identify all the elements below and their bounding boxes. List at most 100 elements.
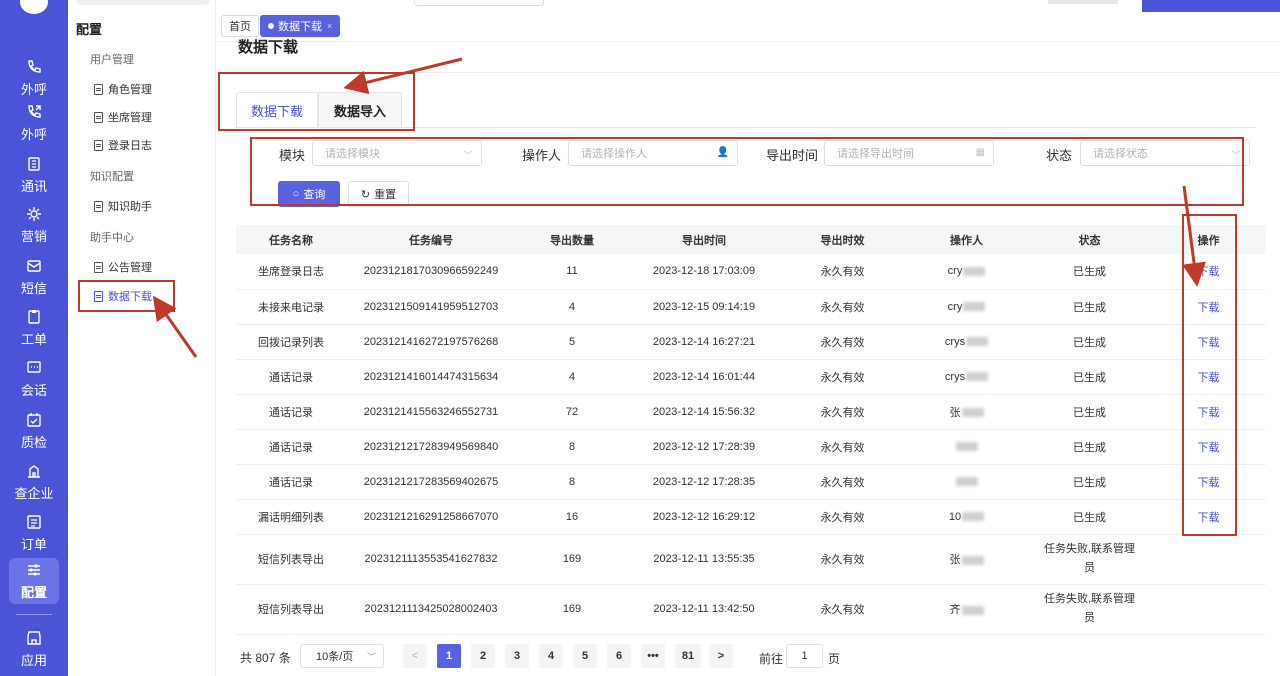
rail-item-outbound-2[interactable]: 外呼	[0, 98, 68, 148]
table-row: 通话记录 2023121217283949569840 8 2023-12-12 17…	[236, 429, 1266, 465]
quality-icon	[27, 412, 41, 427]
open-tabs-bar: 首页 数据下载 ×	[216, 12, 1280, 42]
sidebar-group-knowledge: 知识配置	[90, 171, 134, 183]
redacted-block	[961, 605, 984, 615]
header-user-info	[1048, 0, 1118, 4]
goto-label: 前往	[759, 652, 784, 666]
table-row: 未接来电记录 2023121509141959512703 4 2023-12-15 …	[236, 289, 1266, 325]
redacted-block	[961, 555, 984, 565]
phone-outgoing-icon	[28, 104, 41, 118]
rail-item-apps[interactable]: 应用	[0, 624, 68, 674]
col-task-id: 任务编号	[346, 225, 516, 254]
sidebar-item-roles[interactable]: 角色管理	[94, 81, 152, 97]
page-2-button[interactable]: 2	[471, 644, 495, 668]
col-validity: 导出时效	[780, 225, 905, 254]
operator-cell: crys	[905, 324, 1028, 360]
header-search-input[interactable]	[414, 0, 544, 6]
page-4-button[interactable]: 4	[539, 644, 563, 668]
header-action-button[interactable]	[1142, 0, 1280, 12]
rail-item-chat[interactable]: 会话	[0, 354, 68, 404]
annotation-box-sidebar	[78, 280, 175, 312]
sidebar-item-login-log[interactable]: 登录日志	[94, 137, 152, 153]
sidebar-search-strip	[76, 0, 210, 5]
page-5-button[interactable]: 5	[573, 644, 597, 668]
close-icon[interactable]: ×	[327, 21, 332, 31]
operator-cell: 齐	[905, 584, 1028, 635]
operator-cell: 张	[905, 394, 1028, 430]
col-export-time: 导出时间	[628, 225, 780, 254]
rail-item-enterprise[interactable]: 查企业	[0, 457, 68, 507]
table-row: 回拨记录列表 2023121416272197576268 5 2023-12-14 …	[236, 324, 1266, 360]
chevron-down-icon: ﹀	[366, 652, 376, 662]
tab-data-download[interactable]: 数据下载 ×	[260, 15, 341, 37]
status-cell: 任务失败,联系管理员	[1028, 584, 1151, 635]
col-task-name: 任务名称	[236, 225, 346, 254]
redacted-block	[962, 512, 985, 522]
rail-item-marketing[interactable]: 营销	[0, 200, 68, 250]
annotation-box-tabs	[218, 72, 415, 131]
pagination: 共 807 条 10条/页 ﹀ < 1 2 3 4 5 6 ••• 81 > 前…	[216, 644, 1280, 670]
page-81-button[interactable]: 81	[675, 644, 701, 668]
rail-item-outbound[interactable]: 外呼	[0, 53, 68, 103]
status-cell: 任务失败,联系管理员	[1028, 534, 1151, 585]
rail-divider	[16, 614, 52, 615]
document-icon	[94, 83, 103, 95]
app-window: 外呼 外呼 通讯 营销 短信 工单 会话 质检 查企业 订单 配置 应用 配置 …	[0, 0, 1280, 676]
sidebar-group-assistant-center: 助手中心	[90, 232, 134, 244]
chat-icon	[27, 360, 41, 373]
col-status: 状态	[1028, 225, 1151, 254]
total-count: 共 807 条	[240, 651, 291, 665]
table-row: 通话记录 2023121415563246552731 72 2023-12-14 1…	[236, 394, 1266, 430]
sidebar-title: 配置	[76, 22, 103, 37]
app-store-icon	[27, 630, 41, 645]
redacted-block	[963, 266, 986, 276]
operator-cell: cry	[905, 289, 1028, 325]
page-1-button[interactable]: 1	[437, 644, 461, 668]
tab-home[interactable]: 首页	[221, 15, 259, 37]
download-table: 任务名称 任务编号 导出数量 导出时间 导出时效 操作人 状态 操作 坐席登录日…	[236, 225, 1266, 635]
rail-item-order[interactable]: 订单	[0, 508, 68, 558]
settings-sliders-icon	[28, 563, 40, 576]
redacted-block	[956, 442, 978, 452]
page-3-button[interactable]: 3	[505, 644, 529, 668]
annotation-box-actions	[1182, 214, 1237, 536]
ticket-icon	[28, 309, 40, 324]
operator-cell: cry	[905, 254, 1028, 290]
page-title: 数据下载	[238, 39, 299, 56]
table-row: 短信列表导出 2023121113553541627832 169 2023-12-1…	[236, 534, 1266, 585]
operator-cell: crys	[905, 359, 1028, 395]
sidebar-item-knowledge-assistant[interactable]: 知识助手	[94, 198, 152, 214]
col-operator: 操作人	[905, 225, 1028, 254]
rail-item-config[interactable]: 配置	[9, 558, 59, 604]
enterprise-icon	[28, 464, 40, 478]
goto-page-input[interactable]: 1	[786, 644, 823, 668]
rail-item-sms[interactable]: 短信	[0, 252, 68, 302]
rail-item-ticket[interactable]: 工单	[0, 303, 68, 353]
operator-cell	[905, 464, 1028, 500]
table-row: 漏话明细列表 2023121216291258667070 16 2023-12-12…	[236, 499, 1266, 535]
rail-item-contacts[interactable]: 通讯	[0, 150, 68, 200]
document-icon	[94, 261, 103, 273]
page-size-select[interactable]: 10条/页 ﹀	[300, 644, 384, 668]
contacts-icon	[28, 156, 40, 171]
redacted-block	[966, 372, 989, 382]
annotation-box-filters	[250, 137, 1244, 206]
redacted-block	[961, 408, 984, 418]
page-6-button[interactable]: 6	[607, 644, 631, 668]
next-page-button[interactable]: >	[709, 644, 733, 668]
more-pages-button[interactable]: •••	[641, 644, 665, 668]
sidebar-item-agents[interactable]: 坐席管理	[94, 109, 152, 125]
rail-item-quality[interactable]: 质检	[0, 406, 68, 456]
sidebar-item-announcements[interactable]: 公告管理	[94, 259, 152, 275]
marketing-icon	[27, 206, 41, 221]
app-logo	[20, 0, 48, 14]
document-icon	[94, 200, 103, 212]
redacted-block	[966, 337, 989, 347]
document-icon	[94, 111, 103, 123]
prev-page-button[interactable]: <	[403, 644, 427, 668]
operator-cell: 张	[905, 534, 1028, 585]
icon-rail: 外呼 外呼 通讯 营销 短信 工单 会话 质检 查企业 订单 配置 应用	[0, 0, 68, 676]
phone-icon	[28, 59, 41, 73]
operator-cell	[905, 429, 1028, 465]
document-icon	[94, 139, 103, 151]
